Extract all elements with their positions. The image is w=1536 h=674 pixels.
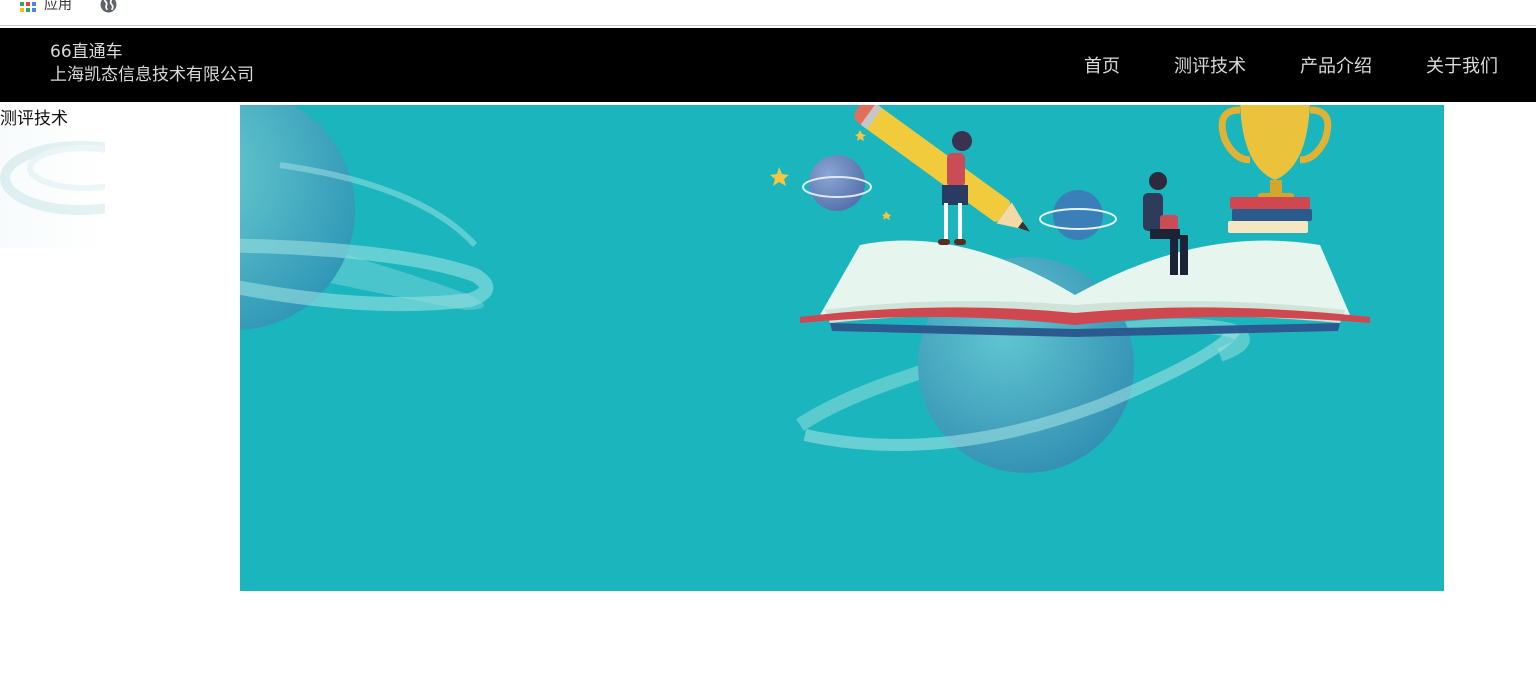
book-planet [1039, 190, 1117, 240]
nav-about-us[interactable]: 关于我们 [1426, 52, 1498, 78]
banner-illustration [240, 105, 1370, 473]
nav-home[interactable]: 首页 [1084, 52, 1120, 78]
main-nav: 首页 测评技术 产品介绍 关于我们 [1030, 28, 1498, 102]
apps-grid-icon [20, 0, 36, 12]
section-label: 测评技术 [0, 109, 68, 129]
trophy-and-books [1218, 105, 1332, 233]
left-planet [240, 105, 494, 330]
top-navbar: 66直通车 上海凯态信息技术有限公司 首页 测评技术 产品介绍 关于我们 [0, 28, 1536, 102]
bookmarks-bar: 应用 [0, 0, 1536, 26]
brand-name: 66直通车 [50, 42, 123, 62]
brand[interactable]: 66直通车 上海凯态信息技术有限公司 [50, 41, 254, 87]
girl-figure [938, 131, 972, 245]
nav-assessment-tech[interactable]: 测评技术 [1174, 52, 1246, 78]
nav-products[interactable]: 产品介绍 [1300, 52, 1372, 78]
small-planet [802, 155, 872, 211]
bookmark-apps[interactable]: 应用 [20, 0, 72, 14]
faded-planet-image [0, 128, 105, 248]
globe-icon[interactable] [100, 0, 117, 13]
hero-banner [240, 105, 1444, 591]
bookmark-apps-label: 应用 [44, 0, 72, 13]
company-name: 上海凯态信息技术有限公司 [50, 65, 254, 85]
